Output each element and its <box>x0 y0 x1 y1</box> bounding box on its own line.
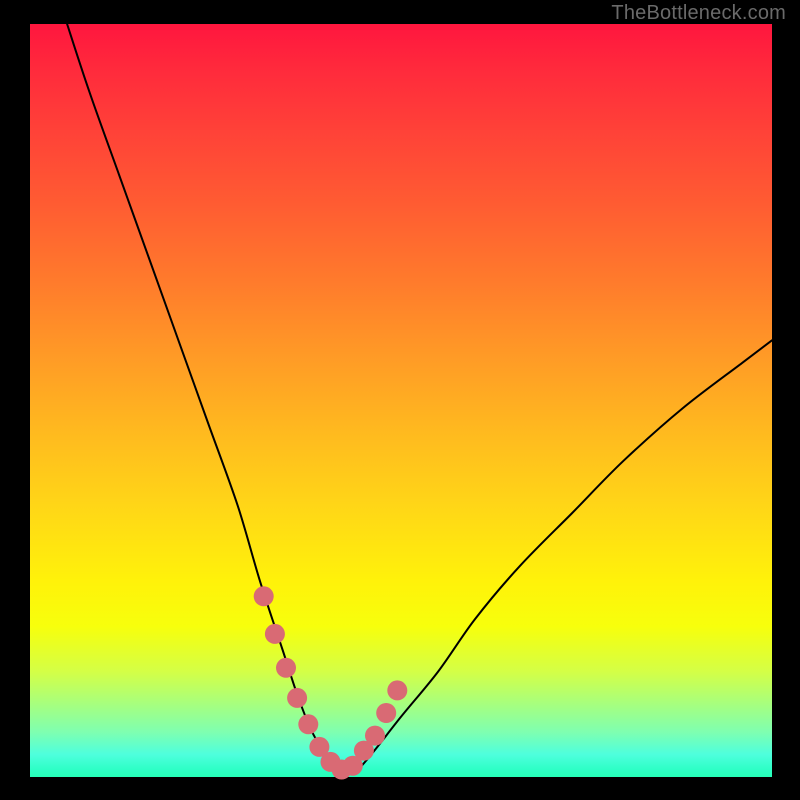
bottleneck-curve <box>67 24 772 771</box>
highlight-marker <box>254 586 274 606</box>
highlight-marker <box>276 658 296 678</box>
chart-stage: TheBottleneck.com <box>0 0 800 800</box>
highlight-marker <box>387 680 407 700</box>
highlight-marker <box>376 703 396 723</box>
highlight-marker <box>287 688 307 708</box>
curve-layer <box>0 0 800 800</box>
highlight-marker <box>298 714 318 734</box>
highlight-markers <box>254 586 408 779</box>
attribution-text: TheBottleneck.com <box>611 2 786 25</box>
highlight-marker <box>265 624 285 644</box>
highlight-marker <box>365 726 385 746</box>
